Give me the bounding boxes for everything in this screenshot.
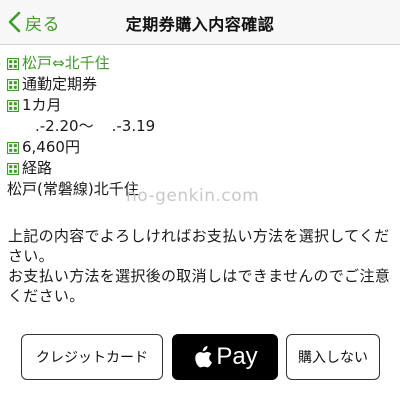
- ticket-type-row: 通勤定期券: [7, 74, 393, 95]
- apple-pay-button[interactable]: Pay: [172, 334, 278, 380]
- confirmation-message: 上記の内容でよろしければお支払い方法を選択してください。 お支払い方法を選択後の…: [8, 226, 394, 306]
- message-line-1: 上記の内容でよろしければお支払い方法を選択してください。: [8, 227, 390, 265]
- validity-dates: .-2.20〜 .-3.19: [7, 116, 393, 137]
- path-row: 経路: [7, 158, 393, 179]
- message-line-2: お支払い方法を選択後の取消しはできませんのでご注意ください。: [8, 267, 391, 305]
- credit-card-label: クレジットカード: [36, 350, 148, 366]
- date-from: .-2.20〜: [35, 117, 94, 135]
- ticket-type-text: 通勤定期券: [22, 75, 98, 93]
- apple-icon: [195, 346, 213, 368]
- grid-square-icon: [7, 141, 19, 154]
- grid-square-icon: [7, 99, 19, 112]
- path-value: 松戸(常磐線)北千住: [7, 180, 139, 198]
- navigation-bar: 戻る 定期券購入内容確認: [0, 0, 400, 45]
- cancel-purchase-label: 購入しない: [298, 350, 368, 366]
- route-row: 松戸⇔北千住: [7, 53, 393, 74]
- grid-square-icon: [7, 78, 19, 91]
- cancel-purchase-button[interactable]: 購入しない: [286, 334, 380, 380]
- period-row: 1カ月: [7, 95, 393, 116]
- path-label: 経路: [22, 159, 53, 177]
- route-text[interactable]: 松戸⇔北千住: [22, 53, 110, 74]
- purchase-details: 松戸⇔北千住 通勤定期券 1カ月 .-2.20〜 .-3.19 6,460円 経…: [7, 53, 393, 200]
- date-to: .-3.19: [111, 117, 156, 135]
- period-text: 1カ月: [22, 96, 62, 114]
- price-row: 6,460円: [7, 137, 393, 158]
- apple-pay-label: Pay: [216, 343, 258, 370]
- credit-card-button[interactable]: クレジットカード: [21, 334, 163, 380]
- grid-square-icon: [7, 57, 19, 70]
- watermark: no-genkin.com: [126, 186, 260, 206]
- grid-square-icon: [7, 162, 19, 175]
- price-text: 6,460円: [22, 138, 80, 156]
- page-title: 定期券購入内容確認: [125, 15, 275, 34]
